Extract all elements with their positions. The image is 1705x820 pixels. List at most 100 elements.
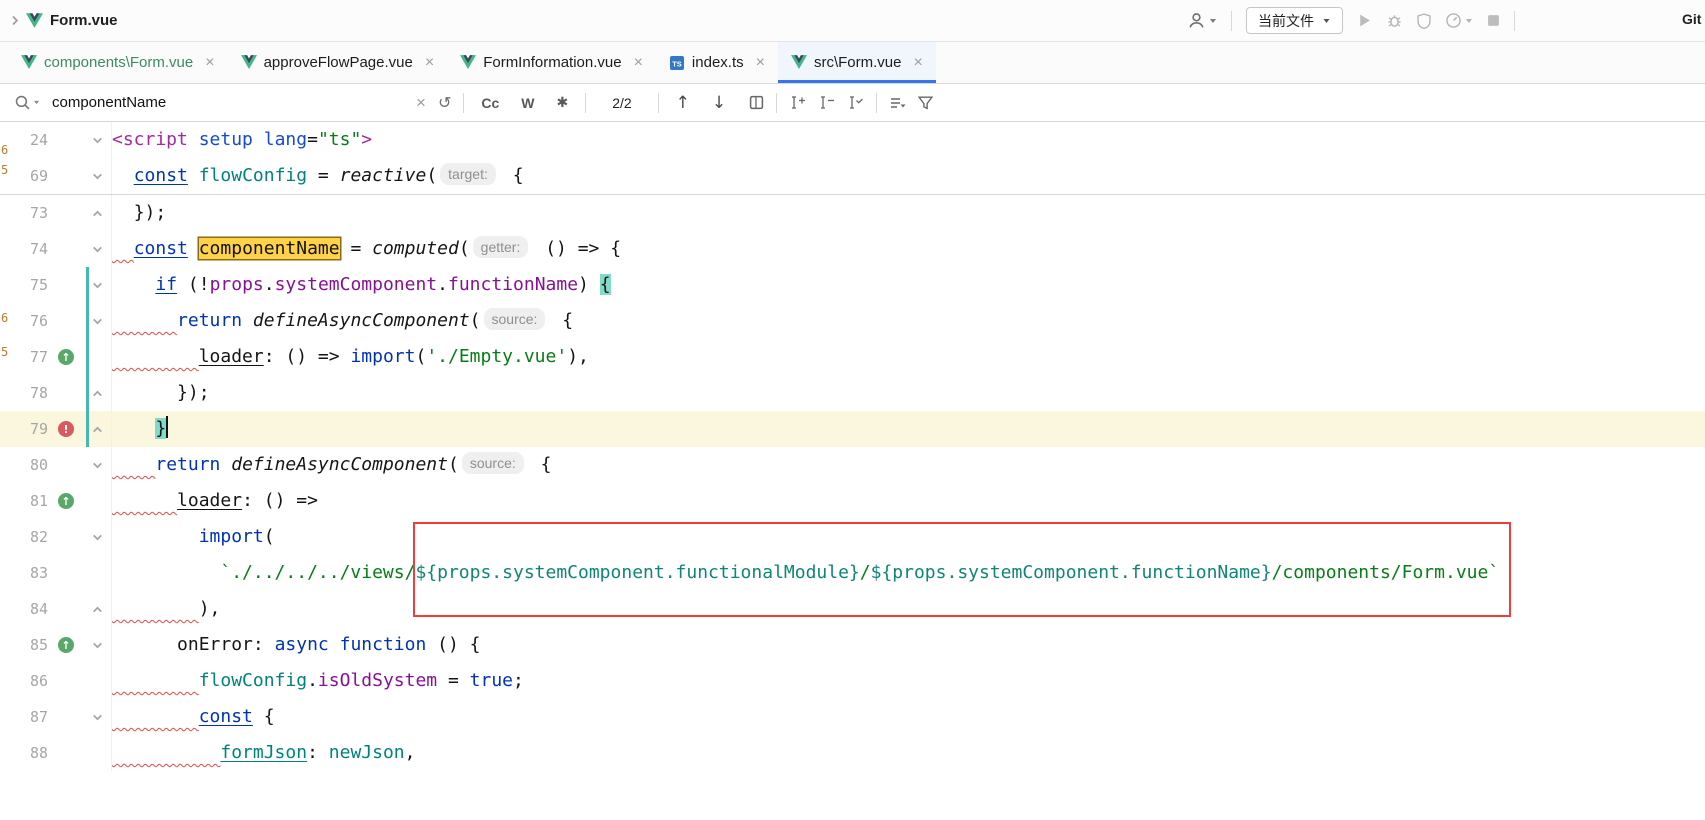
code-segment: = <box>340 238 373 259</box>
git-menu[interactable]: Git <box>1682 11 1701 27</box>
stop-button[interactable] <box>1487 14 1500 27</box>
fold-start-icon[interactable] <box>84 699 111 735</box>
line-number[interactable]: 82 <box>0 519 48 555</box>
code-segment: const <box>134 238 188 259</box>
line-number[interactable]: 73 <box>0 195 48 231</box>
regex-toggle[interactable]: ✱ <box>551 95 573 111</box>
line-number[interactable]: 81 <box>0 483 48 519</box>
add-occurrence-icon[interactable] <box>789 95 806 110</box>
line-number[interactable]: 74 <box>0 231 48 267</box>
gutter: 82 <box>0 519 112 555</box>
tab-close-icon[interactable]: × <box>425 55 434 71</box>
line-number[interactable]: 87 <box>0 699 48 735</box>
code-line-79[interactable]: 79! } <box>0 411 1705 447</box>
gutter-arrow-icon[interactable]: ↑ <box>48 627 84 663</box>
code-segment <box>112 202 134 223</box>
tab-close-icon[interactable]: × <box>756 55 765 71</box>
open-in-find-window-icon[interactable] <box>749 95 764 110</box>
code-line-75[interactable]: 75 if (!props.systemComponent.functionNa… <box>0 267 1705 303</box>
gutter-arrow-icon[interactable]: ↑ <box>48 483 84 519</box>
line-number[interactable]: 83 <box>0 555 48 591</box>
code-line-84[interactable]: 84 ), <box>0 591 1705 627</box>
code-segment <box>112 346 199 367</box>
gutter-spacer <box>48 195 84 231</box>
line-number[interactable]: 84 <box>0 591 48 627</box>
search-icon[interactable] <box>14 94 40 111</box>
run-configuration-selector[interactable]: 当前文件 <box>1246 7 1343 34</box>
tab-close-icon[interactable]: × <box>634 55 643 71</box>
code-text: import( <box>112 519 275 555</box>
editor[interactable]: 24<script setup lang="ts">69 const flowC… <box>0 122 1705 820</box>
fold-end-icon[interactable] <box>84 195 111 231</box>
vue-file-icon <box>21 55 37 70</box>
code-segment: ) <box>578 274 600 295</box>
code-line-74[interactable]: 74 const componentName = computed(getter… <box>0 231 1705 267</box>
code-line-80[interactable]: 80 return defineAsyncComponent(source: { <box>0 447 1705 483</box>
remove-occurrence-icon[interactable] <box>818 95 835 110</box>
code-segment: return <box>155 454 220 475</box>
gutter-spacer <box>48 519 84 555</box>
code-line-77[interactable]: 77↑ loader: () => import('./Empty.vue'), <box>0 339 1705 375</box>
fold-start-icon[interactable] <box>84 447 111 483</box>
line-number[interactable]: 85 <box>0 627 48 663</box>
fold-start-icon[interactable] <box>84 627 111 663</box>
search-input[interactable]: componentName <box>52 94 404 111</box>
tab-components-form-vue[interactable]: components\Form.vue× <box>8 42 228 83</box>
gutter: 78 <box>0 375 112 411</box>
debug-button[interactable] <box>1386 12 1403 29</box>
clear-search-icon[interactable]: × <box>416 94 426 111</box>
search-options-icon[interactable] <box>889 96 906 110</box>
tab-close-icon[interactable]: × <box>913 55 922 71</box>
line-number[interactable]: 80 <box>0 447 48 483</box>
line-number[interactable]: 88 <box>0 735 48 771</box>
code-line-87[interactable]: 87 const { <box>0 699 1705 735</box>
filter-results-icon[interactable] <box>918 95 933 110</box>
previous-match-icon[interactable]: ↑ <box>671 93 695 113</box>
whole-words-toggle[interactable]: W <box>516 95 539 111</box>
code-with-me-icon[interactable] <box>1187 11 1217 30</box>
code-line-83[interactable]: 83 `./../../../views/${props.systemCompo… <box>0 555 1705 591</box>
run-button[interactable] <box>1357 13 1372 28</box>
tab-close-icon[interactable]: × <box>205 55 214 71</box>
fold-start-icon[interactable] <box>84 122 111 158</box>
search-history-icon[interactable]: ↺ <box>438 95 451 111</box>
fold-start-icon[interactable] <box>84 158 111 194</box>
tab-approveflowpage-vue[interactable]: approveFlowPage.vue× <box>228 42 448 83</box>
gutter-spacer <box>48 122 84 158</box>
line-number[interactable]: 86 <box>0 663 48 699</box>
tab-forminformation-vue[interactable]: FormInformation.vue× <box>447 42 656 83</box>
code-segment: ), <box>199 598 221 619</box>
code-line-69[interactable]: 69 const flowConfig = reactive(target: { <box>0 158 1705 194</box>
code-line-81[interactable]: 81↑ loader: () => <box>0 483 1705 519</box>
tab-src-form-vue[interactable]: src\Form.vue× <box>778 42 936 83</box>
match-case-toggle[interactable]: Cc <box>476 95 504 111</box>
fold-start-icon[interactable] <box>84 519 111 555</box>
error-marker-icon[interactable]: ! <box>48 411 84 447</box>
run-config-label: 当前文件 <box>1258 11 1314 31</box>
gutter: 83 <box>0 555 112 591</box>
code-line-24[interactable]: 24<script setup lang="ts"> <box>0 122 1705 158</box>
code-line-85[interactable]: 85↑ onError: async function () { <box>0 627 1705 663</box>
profiler-button[interactable] <box>1445 12 1473 29</box>
next-match-icon[interactable]: ↓ <box>707 93 731 113</box>
select-all-occurrences-icon[interactable] <box>847 95 864 110</box>
line-number[interactable]: 79 <box>0 411 48 447</box>
code-line-73[interactable]: 73 }); <box>0 195 1705 231</box>
line-number[interactable]: 78 <box>0 375 48 411</box>
code-line-82[interactable]: 82 import( <box>0 519 1705 555</box>
code-line-76[interactable]: 76 return defineAsyncComponent(source: { <box>0 303 1705 339</box>
parameter-hint: target: <box>440 163 496 185</box>
code-segment <box>112 526 199 547</box>
fold-spacer <box>84 555 111 591</box>
run-with-coverage-button[interactable] <box>1417 13 1431 29</box>
gutter-arrow-icon[interactable]: ↑ <box>48 339 84 375</box>
code-line-86[interactable]: 86 flowConfig.isOldSystem = true; <box>0 663 1705 699</box>
code-line-78[interactable]: 78 }); <box>0 375 1705 411</box>
code-line-88[interactable]: 88 formJson: newJson, <box>0 735 1705 771</box>
fold-end-icon[interactable] <box>84 591 111 627</box>
fold-start-icon[interactable] <box>84 231 111 267</box>
nav-chevron-icon[interactable] <box>10 14 20 27</box>
line-number[interactable]: 75 <box>0 267 48 303</box>
code-segment <box>112 706 199 727</box>
tab-index-ts[interactable]: TSindex.ts× <box>656 42 778 83</box>
